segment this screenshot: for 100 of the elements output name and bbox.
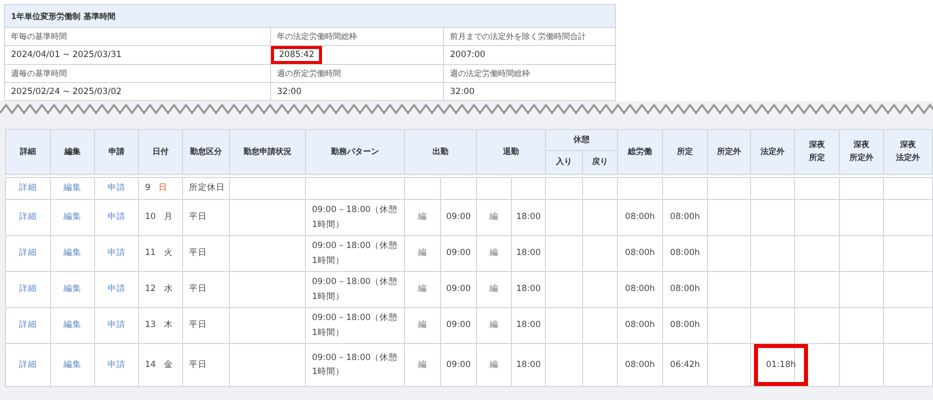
total-hours: 08:00h [625,212,655,222]
link[interactable]: 申請 [108,284,126,294]
column-header: 編集 [50,130,94,174]
scheduled-hours: 08:00h [670,248,700,258]
edit-mark: 編 [490,320,498,330]
field-value: 32:00 [270,82,444,100]
weekday: 水 [164,284,173,294]
scheduled-hours: 08:00h [670,284,700,294]
clock-in-time: 09:00 [446,248,471,258]
clock-in-time: 09:00 [446,284,471,294]
highlight-frame: 2085:42 [271,46,322,64]
field-value: 32:00 [444,82,616,100]
column-header: 退勤 [476,130,546,174]
field-value: 2024/04/01 ~ 2025/03/31 [4,46,270,64]
field-label: 週毎の基準時間 [4,64,270,82]
field-value: 2025/02/24 ~ 2025/03/02 [4,82,270,100]
column-header: 所定外 [708,130,750,174]
link[interactable]: 編集 [64,212,82,222]
link[interactable]: 申請 [108,320,126,330]
weekday: 木 [164,320,173,330]
link[interactable]: 申請 [108,212,126,222]
link[interactable]: 詳細 [19,284,37,294]
card-title: 1年単位変形労働制 基準時間 [4,4,616,28]
edit-mark: 編 [490,212,498,222]
total-hours: 08:00h [625,248,655,258]
link[interactable]: 申請 [108,248,126,258]
link[interactable]: 編集 [64,320,82,330]
attendance-type: 平日 [189,320,207,330]
clock-in-time: 09:00 [446,212,471,222]
field-value: 2007:00 [444,46,616,64]
column-header: 休憩 [546,130,618,150]
clock-in-time: 09:00 [446,360,471,370]
link[interactable]: 申請 [108,183,126,194]
column-header: 詳細 [6,130,50,174]
column-header: 総労働 [618,130,662,174]
date: 11 [145,248,156,258]
date: 9 [145,183,150,194]
scheduled-hours: 08:00h [670,212,700,222]
edit-mark: 編 [418,284,427,294]
column-header: 日付 [138,130,182,174]
clock-in-time: 09:00 [446,320,471,330]
link[interactable]: 編集 [64,284,82,294]
link[interactable]: 詳細 [19,248,37,258]
total-hours: 08:00h [625,360,655,370]
work-pattern: 09:00 – 18:00（休憩1時間） [312,205,398,230]
column-header: 戻り [582,150,618,174]
field-label: 年の法定労働時間総枠 [270,28,444,46]
link[interactable]: 詳細 [19,183,37,194]
field-label: 前月までの法定外を除く労働時間合計 [444,28,616,46]
column-header: 申請 [94,130,138,174]
clock-out-time: 18:00 [516,248,541,258]
attendance-type: 平日 [189,284,207,294]
column-header: 入り [546,150,582,174]
field-label: 週の所定労働時間 [270,64,444,82]
edit-mark: 編 [418,212,427,222]
attendance-type: 平日 [189,212,207,222]
column-header: 法定外 [750,130,794,174]
work-pattern: 09:00 – 18:00（休憩1時間） [312,352,398,378]
total-hours: 08:00h [625,320,655,330]
link[interactable]: 申請 [108,360,126,370]
weekday: 金 [164,360,173,370]
link[interactable]: 詳細 [19,212,37,222]
column-header: 勤怠区分 [182,130,230,174]
date: 13 [145,320,156,330]
field-label: 週の法定労働時間総枠 [444,64,616,82]
attendance-type: 所定休日 [189,183,225,194]
scheduled-hours: 06:42h [670,360,700,370]
attendance-type: 平日 [189,248,207,258]
edit-mark: 編 [418,320,427,330]
date: 12 [145,284,156,294]
edit-mark: 編 [418,248,427,258]
clock-out-time: 18:00 [516,212,541,222]
column-header: 勤怠申請状況 [230,130,306,174]
work-pattern: 09:00 – 18:00（休憩1時間） [312,241,398,266]
clock-out-time: 18:00 [516,360,541,370]
link[interactable]: 詳細 [19,320,37,330]
column-header: 出勤 [404,130,476,174]
link[interactable]: 詳細 [19,360,37,370]
total-hours: 08:00h [625,284,655,294]
link[interactable]: 編集 [64,248,82,258]
weekday: 火 [164,248,173,258]
work-pattern: 09:00 – 18:00（休憩1時間） [312,313,398,338]
column-header: 勤務パターン [306,130,404,174]
column-header: 深夜 所定 [794,130,840,174]
edit-mark: 編 [418,360,427,370]
column-header: 深夜 所定外 [840,130,884,174]
weekday: 月 [164,212,173,222]
column-header: 所定 [662,130,708,174]
highlight-frame: 01:18h [754,344,808,386]
date: 10 [145,212,156,222]
edit-mark: 編 [490,360,498,370]
link[interactable]: 編集 [64,183,82,194]
edit-mark: 編 [490,284,498,294]
edit-mark: 編 [490,248,498,258]
clock-out-time: 18:00 [516,284,541,294]
link[interactable]: 編集 [64,360,82,370]
column-header: 深夜 法定外 [884,130,932,174]
weekday: 日 [158,183,168,194]
field-label: 年毎の基準時間 [4,28,270,46]
attendance-type: 平日 [189,360,207,370]
